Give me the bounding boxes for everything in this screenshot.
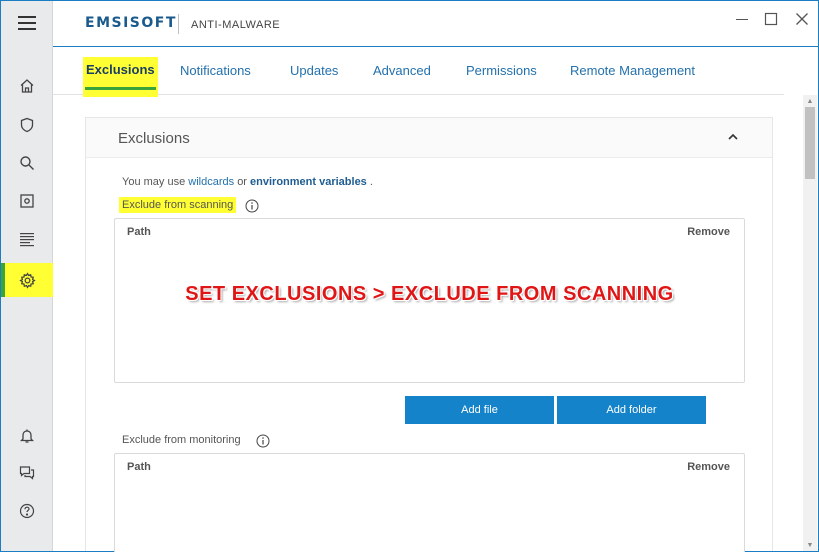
app-window: EMSISOFT ANTI-MALWARE Exclusions Notific… — [0, 0, 819, 552]
sidebar-item-home[interactable] — [1, 69, 53, 103]
shield-icon — [20, 117, 34, 133]
emsisoft-logo: EMSISOFT — [85, 15, 177, 31]
title-bar: EMSISOFT ANTI-MALWARE — [53, 1, 818, 47]
exclude-from-scanning-label: Exclude from scanning — [119, 197, 237, 213]
sidebar-item-feedback[interactable] — [1, 456, 53, 490]
active-tab-underline — [85, 87, 156, 90]
environment-variables-link[interactable]: environment variables — [250, 176, 367, 188]
vertical-scrollbar[interactable]: ▲ ▼ — [803, 95, 817, 551]
exclude-from-monitoring-label: Exclude from monitoring — [122, 434, 241, 446]
column-header-remove: Remove — [687, 461, 730, 473]
tab-permissions[interactable]: Permissions — [466, 63, 537, 78]
sidebar-item-notifications[interactable] — [1, 419, 53, 453]
minimize-icon — [736, 19, 748, 20]
collapse-button[interactable] — [724, 128, 742, 146]
logs-icon — [20, 233, 34, 247]
tab-remote-management[interactable]: Remote Management — [570, 63, 695, 78]
column-header-path: Path — [127, 226, 151, 238]
monitor-exclusions-list[interactable]: Path Remove — [114, 453, 745, 552]
hint-text: . — [369, 176, 373, 188]
tab-notifications[interactable]: Notifications — [180, 63, 251, 78]
tab-label: Exclusions — [86, 62, 155, 77]
hamburger-icon[interactable] — [1, 1, 53, 45]
tab-advanced[interactable]: Advanced — [373, 63, 431, 78]
tab-updates[interactable]: Updates — [290, 63, 338, 78]
help-icon — [19, 503, 35, 519]
maximize-icon — [764, 12, 778, 26]
scroll-down-arrow[interactable]: ▼ — [803, 539, 817, 551]
settings-tabs: Exclusions Notifications Updates Advance… — [53, 47, 784, 97]
close-icon — [796, 13, 808, 25]
home-icon — [20, 79, 34, 93]
close-button[interactable] — [791, 9, 813, 29]
chevron-up-icon — [728, 133, 738, 140]
product-name: ANTI-MALWARE — [191, 19, 281, 31]
scan-exclusions-list[interactable]: Path Remove — [114, 218, 745, 383]
tab-exclusions[interactable]: Exclusions — [83, 57, 158, 97]
minimize-button[interactable] — [731, 9, 753, 29]
card-header: Exclusions — [86, 118, 772, 158]
bell-icon — [19, 429, 35, 443]
sidebar-item-scan[interactable] — [1, 146, 53, 180]
scroll-up-arrow[interactable]: ▲ — [803, 95, 817, 107]
search-icon — [20, 156, 34, 170]
exclusions-hint: You may use wildcards or environment var… — [122, 176, 373, 188]
add-file-button[interactable]: Add file — [405, 396, 554, 424]
sidebar-item-quarantine[interactable] — [1, 184, 53, 218]
quarantine-icon — [20, 194, 34, 208]
hint-text: You may use — [122, 176, 186, 188]
column-header-remove: Remove — [687, 226, 730, 238]
hint-text: or — [237, 176, 247, 188]
sidebar-item-protection[interactable] — [1, 108, 53, 142]
info-icon[interactable] — [256, 434, 270, 448]
exclusions-card: Exclusions You may use wildcards or envi… — [85, 117, 773, 552]
chat-icon — [19, 466, 35, 480]
maximize-button[interactable] — [760, 9, 782, 29]
info-icon[interactable] — [245, 199, 259, 213]
card-title: Exclusions — [118, 130, 190, 147]
column-header-path: Path — [127, 461, 151, 473]
gear-icon — [18, 271, 36, 289]
sidebar-item-logs[interactable] — [1, 222, 53, 256]
scroll-thumb[interactable] — [805, 107, 815, 179]
sidebar — [1, 1, 53, 551]
sidebar-item-help[interactable] — [1, 494, 53, 528]
wildcards-link[interactable]: wildcards — [188, 176, 234, 188]
sidebar-item-settings[interactable] — [1, 263, 53, 297]
logo-divider — [178, 14, 179, 34]
add-folder-button[interactable]: Add folder — [557, 396, 706, 424]
